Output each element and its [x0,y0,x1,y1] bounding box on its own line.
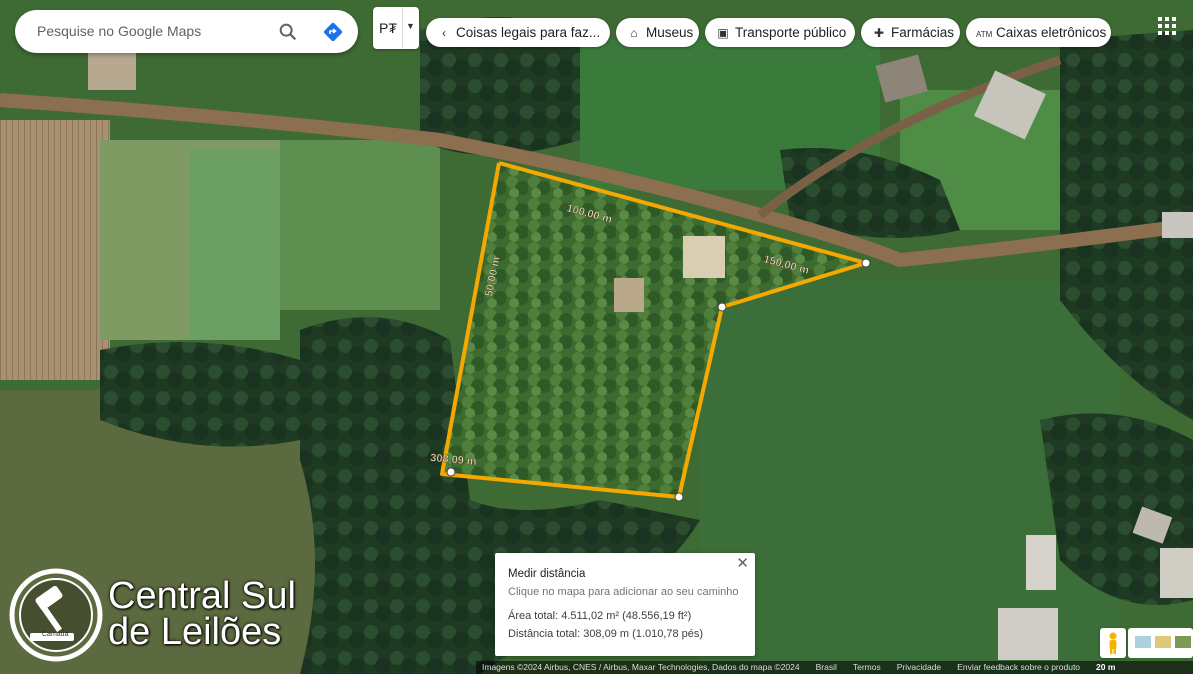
chevron-left-icon[interactable]: ‹ [436,19,452,47]
layer-toggle-button[interactable]: P₮ ▼ [373,7,419,49]
attribution-bar: Imagens ©2024 Airbus, CNES / Airbus, Max… [476,661,1193,674]
privacy-link[interactable]: Privacidade [897,662,941,672]
logo-line-2: de Leilões [108,611,282,653]
atm-icon: ATM [976,30,993,39]
chip-label: Farmácias [891,25,955,40]
apps-grid-icon[interactable] [1158,17,1176,35]
measure-point [674,492,684,502]
scale-label[interactable]: 20 m [1096,662,1115,672]
layer-thumbnails[interactable] [1128,628,1193,658]
imagery-credit: Imagens ©2024 Airbus, CNES / Airbus, Max… [482,662,800,672]
close-icon[interactable]: ✕ [736,554,749,572]
chip-pharmacies[interactable]: ✚ Farmácias [861,18,960,47]
building [1026,535,1056,590]
crop-field [280,140,440,310]
logo-small-text: Camada [42,631,69,638]
panel-hint: Clique no mapa para adicionar ao seu cam… [508,586,739,598]
chip-museums[interactable]: ⌂ Museus [616,18,699,47]
chip-label: Coisas legais para faz... [456,25,601,40]
country-link[interactable]: Brasil [816,662,837,672]
measure-distance-panel: ✕ Medir distância Clique no mapa para ad… [495,553,755,656]
divider [402,7,403,49]
pegman-icon [1109,632,1117,654]
search-input[interactable]: Pesquise no Google Maps [37,23,201,39]
terms-link[interactable]: Termos [853,662,881,672]
chip-label: Museus [646,25,694,40]
bus-icon: ▣ [717,26,729,40]
search-box[interactable]: Pesquise no Google Maps [15,10,358,53]
crop-field [190,150,280,340]
total-distance: Distância total: 308,09 m (1.010,78 pés) [508,628,704,640]
chip-public-transport[interactable]: ▣ Transporte público [705,18,855,47]
building [614,278,644,312]
measure-point [861,258,871,268]
chip-label: Transporte público [735,25,847,40]
map-layer-icon[interactable] [1128,628,1193,658]
museum-icon: ⌂ [630,26,638,40]
layer-label: P₮ [379,20,397,36]
building [1162,212,1193,238]
measure-point [446,467,456,477]
auction-house-logo: Camada Central Sul de Leilões [8,567,313,665]
chevron-down-icon[interactable]: ▼ [406,21,415,31]
panel-title: Medir distância [508,568,586,580]
building [88,50,136,90]
search-icon[interactable] [277,21,299,43]
chip-things-to-do[interactable]: ‹ Coisas legais para faz... [426,18,610,47]
chip-label: Caixas eletrônicos [996,25,1107,40]
pegman-button[interactable] [1100,628,1126,658]
directions-icon[interactable] [321,20,345,44]
building [683,236,725,278]
building [1160,548,1193,598]
chip-atms[interactable]: ATM Caixas eletrônicos [966,18,1111,47]
gavel-logo-icon [9,568,103,662]
total-area: Área total: 4.511,02 m² (48.556,19 ft²) [508,610,692,622]
crop-field [0,120,110,380]
feedback-link[interactable]: Enviar feedback sobre o produto [957,662,1080,672]
building [998,608,1058,660]
measure-point [717,302,727,312]
pharmacy-icon: ✚ [873,26,885,40]
